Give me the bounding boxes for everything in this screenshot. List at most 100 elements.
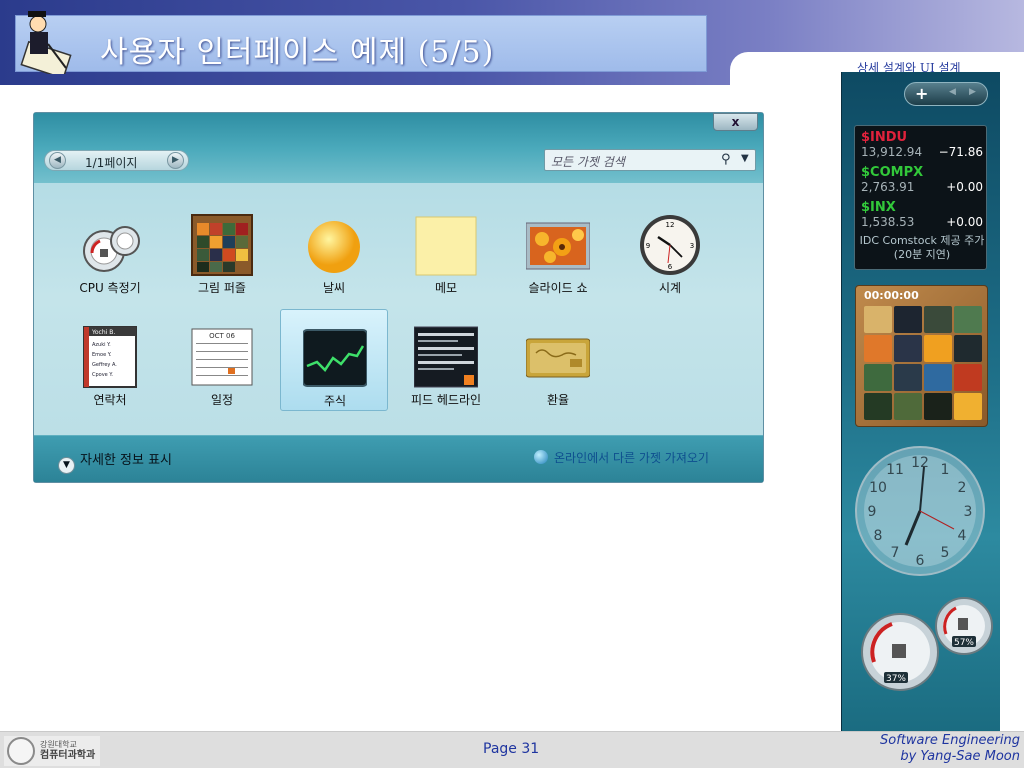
tile-weather[interactable]: 날씨 bbox=[280, 197, 388, 299]
gadget-gallery-window: x ◀ 1/1페이지 ▶ 모든 가젯 검색 ⚲ ▼ CPU 측정기 그림 퍼즐 … bbox=[33, 112, 764, 483]
tile-label: 일정 bbox=[210, 393, 234, 407]
tile-label: 연락처 bbox=[93, 393, 127, 407]
tile-picture-puzzle[interactable]: 그림 퍼즐 bbox=[168, 197, 276, 299]
svg-text:12: 12 bbox=[666, 221, 675, 229]
tile-label: 그림 퍼즐 bbox=[198, 281, 246, 295]
gadget-search-input[interactable]: 모든 가젯 검색 ⚲ ▼ bbox=[544, 149, 756, 171]
clock-number: 10 bbox=[869, 480, 887, 496]
cpu-meter-icon bbox=[83, 226, 140, 272]
windows-sidebar: + ◀ ▶ $INDU 13,912.94 −71.86 $COMPX 2,76… bbox=[841, 72, 1000, 736]
author-credit: Software Engineering by Yang-Sae Moon bbox=[880, 733, 1020, 765]
clock-number: 7 bbox=[891, 545, 900, 561]
page-number: Page 31 bbox=[483, 741, 540, 757]
stock-symbol: $INX bbox=[861, 200, 896, 215]
chevron-down-icon[interactable]: ▼ bbox=[741, 153, 749, 164]
clock-number: 4 bbox=[958, 528, 967, 544]
svg-text:3: 3 bbox=[690, 242, 694, 250]
clock-number: 5 bbox=[941, 545, 950, 561]
puzzle-grid[interactable] bbox=[864, 306, 982, 420]
get-more-gadgets-link[interactable]: 온라인에서 다른 가젯 가져오기 bbox=[534, 449, 709, 466]
stock-price: 1,538.53 bbox=[861, 215, 915, 229]
tile-label: 피드 헤드라인 bbox=[410, 393, 482, 407]
stock-source-note: IDC Comstock 제공 주가(20분 지연) bbox=[859, 234, 985, 261]
globe-icon bbox=[534, 450, 548, 464]
svg-text:9: 9 bbox=[646, 242, 650, 250]
tile-currency[interactable]: 환율 bbox=[504, 309, 612, 411]
show-details-label: 자세한 정보 표시 bbox=[80, 453, 172, 468]
search-icon[interactable]: ⚲ bbox=[721, 152, 731, 167]
stock-row: $INDU 13,912.94 −71.86 bbox=[859, 130, 985, 164]
currency-icon bbox=[526, 338, 590, 378]
clock-icon: 12 3 6 9 bbox=[640, 215, 700, 275]
page-navigator: ◀ 1/1페이지 ▶ bbox=[44, 150, 189, 171]
feed-headlines-icon bbox=[414, 326, 478, 388]
department-line: 컴퓨터과학과 bbox=[40, 750, 96, 761]
university-seal-icon bbox=[7, 737, 35, 765]
sidebar-prev-icon[interactable]: ◀ bbox=[949, 87, 956, 97]
university-name: 강원대학교 컴퓨터과학과 bbox=[40, 739, 95, 761]
clock-number: 11 bbox=[886, 462, 904, 478]
stock-change: −71.86 bbox=[938, 145, 983, 159]
sidebar-cpu-meter-gadget[interactable]: 37% 57% bbox=[852, 592, 998, 692]
sidebar-controls: + ◀ ▶ bbox=[904, 82, 988, 106]
tile-label: 환율 bbox=[546, 393, 570, 407]
clock-number: 9 bbox=[868, 504, 877, 520]
tile-clock[interactable]: 12 3 6 9 시계 bbox=[616, 197, 724, 299]
puzzle-timer: 00:00:00 bbox=[864, 289, 919, 302]
tile-calendar[interactable]: OCT 06 일정 bbox=[168, 309, 276, 411]
tile-label: 날씨 bbox=[322, 281, 346, 295]
next-page-button[interactable]: ▶ bbox=[167, 152, 184, 169]
university-logo: 강원대학교 컴퓨터과학과 bbox=[4, 736, 100, 766]
clock-number: 2 bbox=[958, 480, 967, 496]
picture-puzzle-gadget[interactable]: 00:00:00 bbox=[855, 285, 988, 427]
stock-price: 2,763.91 bbox=[861, 180, 915, 194]
tile-stocks[interactable]: 주식 bbox=[280, 309, 388, 411]
contact-name: Cpove Y. bbox=[92, 372, 113, 378]
stocks-icon bbox=[303, 329, 367, 387]
stocks-gadget[interactable]: $INDU 13,912.94 −71.86 $COMPX 2,763.91 +… bbox=[854, 125, 987, 270]
contact-name: Azuki Y. bbox=[92, 342, 111, 348]
stock-change: +0.00 bbox=[946, 180, 983, 194]
tile-slideshow[interactable]: 슬라이드 쇼 bbox=[504, 197, 612, 299]
sidebar-next-icon[interactable]: ▶ bbox=[969, 87, 976, 97]
gallery-toolbar bbox=[34, 113, 763, 183]
tile-feed-headlines[interactable]: 피드 헤드라인 bbox=[392, 309, 500, 411]
slideshow-icon bbox=[526, 222, 590, 270]
tile-label: 시계 bbox=[658, 281, 682, 295]
clock-number: 6 bbox=[916, 553, 925, 569]
clock-number: 12 bbox=[911, 455, 929, 471]
stock-row: $INX 1,538.53 +0.00 bbox=[859, 200, 985, 234]
university-line: 강원대학교 bbox=[40, 740, 77, 749]
tile-label: 슬라이드 쇼 bbox=[528, 281, 588, 295]
sidebar-clock-gadget[interactable]: 12 1 2 3 4 5 6 7 8 9 10 11 bbox=[854, 445, 986, 577]
sticky-note-icon bbox=[415, 216, 477, 276]
gallery-footer: ▼ 자세한 정보 표시 온라인에서 다른 가젯 가져오기 bbox=[34, 435, 763, 482]
add-gadget-button[interactable]: + bbox=[915, 84, 928, 103]
show-details-toggle[interactable]: ▼ 자세한 정보 표시 bbox=[58, 449, 172, 474]
close-button[interactable]: x bbox=[713, 113, 758, 131]
calendar-icon: OCT 06 bbox=[191, 328, 253, 386]
prev-page-button[interactable]: ◀ bbox=[49, 152, 66, 169]
chevron-down-icon: ▼ bbox=[58, 457, 75, 474]
svg-text:6: 6 bbox=[668, 263, 673, 271]
tile-cpu-meter[interactable]: CPU 측정기 bbox=[56, 197, 164, 299]
pager-label: 1/1페이지 bbox=[85, 156, 138, 170]
memory-usage-value: 57% bbox=[954, 638, 974, 648]
contact-name: Yochi B. bbox=[91, 329, 115, 336]
clock-number: 3 bbox=[964, 504, 973, 520]
clock-number: 8 bbox=[874, 528, 883, 544]
tile-contacts[interactable]: Yochi B. Azuki Y. Emoe Y. Geffrey A. Cpo… bbox=[56, 309, 164, 411]
course-title: Software Engineering bbox=[880, 733, 1020, 748]
stock-row: $COMPX 2,763.91 +0.00 bbox=[859, 165, 985, 199]
calendar-month: OCT 06 bbox=[209, 332, 235, 340]
get-more-gadgets-label: 온라인에서 다른 가젯 가져오기 bbox=[554, 451, 709, 465]
page-title: 사용자 인터페이스 예제 (5/5) bbox=[100, 35, 495, 70]
presenter-logo-icon bbox=[20, 11, 72, 74]
tile-label: CPU 측정기 bbox=[79, 281, 141, 295]
tile-notes[interactable]: 메모 bbox=[392, 197, 500, 299]
search-placeholder: 모든 가젯 검색 bbox=[551, 155, 625, 169]
tile-label: 메모 bbox=[434, 281, 458, 295]
tile-label: 주식 bbox=[323, 394, 347, 408]
stock-price: 13,912.94 bbox=[861, 145, 923, 159]
stock-change: +0.00 bbox=[946, 215, 983, 229]
